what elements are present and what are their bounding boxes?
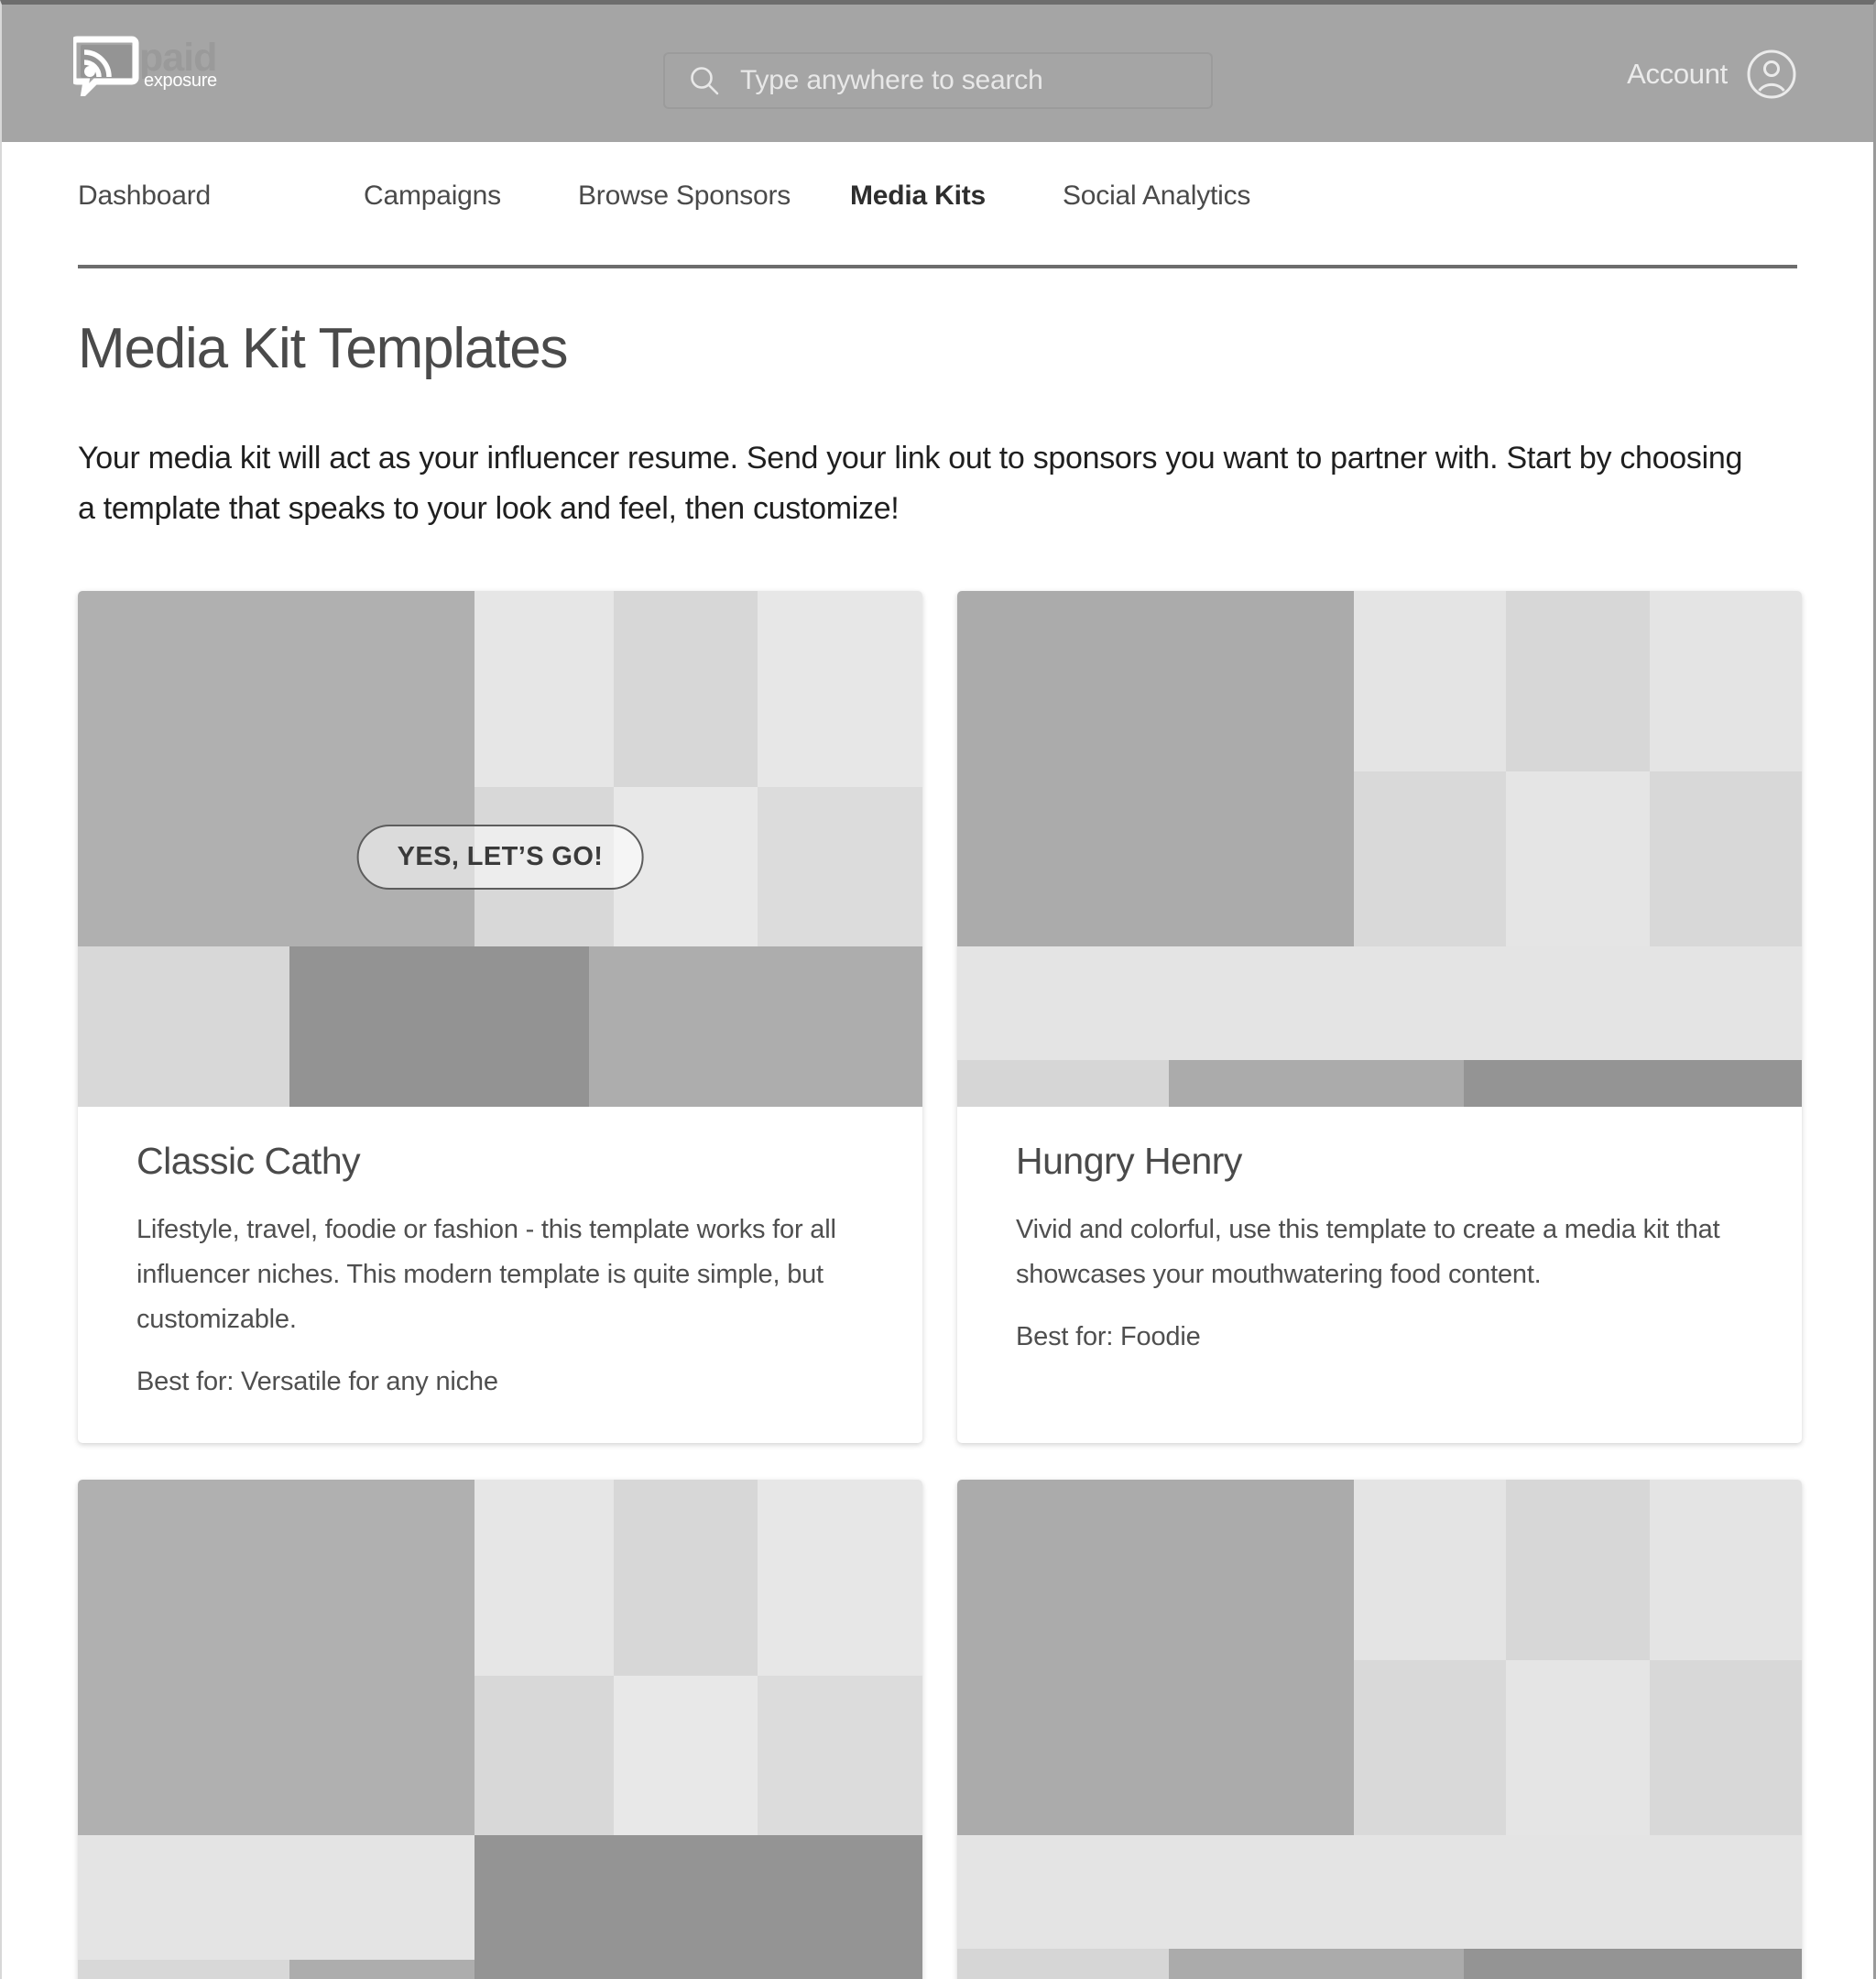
mosaic-tile xyxy=(1650,1480,1802,1661)
nav-item-browse-sponsors[interactable]: Browse Sponsors xyxy=(578,180,850,212)
template-thumbnail[interactable] xyxy=(78,1480,922,1979)
mosaic-tile xyxy=(78,591,367,787)
mosaic-tile xyxy=(957,946,1802,1061)
mosaic-tile xyxy=(474,591,615,787)
mosaic-tile xyxy=(366,591,475,787)
mosaic-tile xyxy=(957,1835,1802,1950)
template-best-for: Best for: Foodie xyxy=(1016,1322,1201,1351)
mosaic-tile xyxy=(1354,771,1507,947)
search-input[interactable]: Type anywhere to search xyxy=(740,65,1043,96)
top-header-bar: paid exposure Type anywhere to search Ac… xyxy=(2,5,1873,142)
template-title: Hungry Henry xyxy=(1016,1140,1242,1182)
mosaic-preview-b xyxy=(957,591,1802,1107)
main-content: Media Kit Templates Your media kit will … xyxy=(2,316,1873,1979)
mosaic-tile xyxy=(1506,1480,1651,1661)
mosaic-tile xyxy=(614,1675,758,1836)
mosaic-preview-b xyxy=(957,1480,1802,1979)
page-title: Media Kit Templates xyxy=(78,317,569,380)
mosaic-tile xyxy=(78,1480,475,1676)
template-description: Lifestyle, travel, foodie or fashion - t… xyxy=(136,1215,836,1334)
mosaic-tile xyxy=(78,946,289,1107)
search-icon xyxy=(691,67,719,95)
select-template-button[interactable]: YES, LET’S GO! xyxy=(356,825,644,890)
template-title: Classic Cathy xyxy=(136,1140,361,1182)
mosaic-tile xyxy=(1650,591,1802,772)
mosaic-tile xyxy=(1464,1949,1802,1979)
mosaic-tile xyxy=(289,946,589,1107)
template-description: Vivid and colorful, use this template to… xyxy=(1016,1215,1720,1289)
mosaic-tile xyxy=(1506,771,1651,947)
mosaic-tile xyxy=(758,1675,922,1836)
mosaic-tile xyxy=(588,946,922,1107)
nav-item-campaigns[interactable]: Campaigns xyxy=(364,180,578,212)
mosaic-tile xyxy=(1354,591,1507,772)
primary-nav: Dashboard Campaigns Browse Sponsors Medi… xyxy=(78,142,1797,268)
global-search-box[interactable]: Type anywhere to search xyxy=(663,52,1213,109)
account-menu[interactable]: Account xyxy=(1627,49,1797,100)
mosaic-tile xyxy=(289,1959,475,1979)
nav-item-dashboard[interactable]: Dashboard xyxy=(78,180,364,212)
nav-item-social-analytics[interactable]: Social Analytics xyxy=(1063,180,1250,212)
mosaic-tile xyxy=(758,786,922,947)
mosaic-tile xyxy=(1650,1660,1802,1836)
mosaic-tile xyxy=(957,1660,1355,1836)
mosaic-tile xyxy=(1506,1660,1651,1836)
mosaic-tile xyxy=(1168,1060,1465,1107)
rss-speech-bubble-logo-icon xyxy=(73,36,139,96)
template-card-body: Classic Cathy Lifestyle, travel, foodie … xyxy=(78,1107,922,1443)
template-card[interactable] xyxy=(957,1480,1802,1979)
mosaic-tile xyxy=(474,1675,615,1836)
page-description: Your media kit will act as your influenc… xyxy=(78,441,1743,526)
brand-logo[interactable]: paid exposure xyxy=(73,32,243,105)
mosaic-tile xyxy=(78,1835,475,1960)
nav-item-media-kits[interactable]: Media Kits xyxy=(850,180,1063,212)
template-card-body: Hungry Henry Vivid and colorful, use thi… xyxy=(957,1107,1802,1398)
template-card[interactable]: Hungry Henry Vivid and colorful, use thi… xyxy=(957,591,1802,1443)
user-avatar-icon xyxy=(1747,49,1796,99)
nav-list: Dashboard Campaigns Browse Sponsors Medi… xyxy=(78,180,1797,212)
mosaic-tile xyxy=(474,1480,615,1676)
template-best-for: Best for: Versatile for any niche xyxy=(136,1367,498,1396)
mosaic-tile xyxy=(957,1949,1169,1979)
mosaic-tile xyxy=(614,1480,758,1676)
template-card-grid: YES, LET’S GO! Classic Cathy Lifestyle, … xyxy=(78,591,1802,1979)
mosaic-tile xyxy=(758,1480,922,1676)
mosaic-tile xyxy=(474,1835,922,1979)
mosaic-tile xyxy=(1506,591,1651,772)
template-card[interactable]: YES, LET’S GO! Classic Cathy Lifestyle, … xyxy=(78,591,922,1443)
mosaic-preview-a xyxy=(78,1480,922,1979)
template-card[interactable] xyxy=(78,1480,922,1979)
template-thumbnail[interactable]: YES, LET’S GO! xyxy=(78,591,922,1107)
mosaic-tile xyxy=(1168,1949,1465,1979)
mosaic-tile xyxy=(957,1480,1355,1661)
brand-logo-secondary: exposure xyxy=(144,71,217,91)
mosaic-tile xyxy=(1354,1480,1507,1661)
brand-logo-wordmark: paid exposure xyxy=(139,38,243,98)
mosaic-tile xyxy=(957,771,1355,947)
app-window: paid exposure Type anywhere to search Ac… xyxy=(0,0,1876,1979)
mosaic-tile xyxy=(78,1675,475,1836)
mosaic-tile xyxy=(1464,1060,1802,1107)
template-thumbnail[interactable] xyxy=(957,1480,1802,1979)
mosaic-tile xyxy=(957,1060,1169,1107)
mosaic-tile xyxy=(614,591,758,787)
template-thumbnail[interactable] xyxy=(957,591,1802,1107)
mosaic-tile xyxy=(957,591,1355,772)
mosaic-tile xyxy=(1354,1660,1507,1836)
mosaic-tile xyxy=(758,591,922,787)
mosaic-tile xyxy=(1650,771,1802,947)
mosaic-tile xyxy=(78,1959,289,1979)
account-label: Account xyxy=(1627,58,1728,90)
